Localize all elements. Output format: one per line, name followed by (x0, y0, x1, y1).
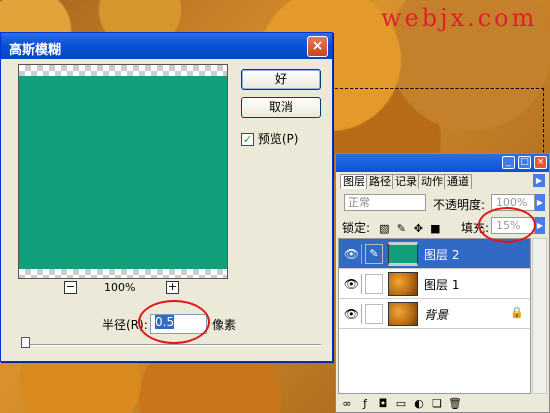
lock-label: 锁定: (342, 221, 371, 235)
new-layer-icon[interactable]: ❏ (428, 396, 446, 412)
lock-row: 锁定: ▧ ✎ ✥ ■ (342, 219, 442, 236)
blend-mode-select[interactable]: 正常 (344, 194, 426, 211)
highlight-oval (138, 300, 210, 344)
lock-all-icon[interactable]: ■ (429, 222, 442, 235)
layer-row-layer1[interactable]: 👁 图层 1 (339, 269, 530, 299)
link-slot[interactable] (365, 274, 383, 294)
layer-name: 图层 2 (424, 248, 460, 262)
dialog-title: 高斯模糊 (9, 43, 62, 58)
layer-style-icon[interactable]: ƒ (356, 396, 374, 412)
visibility-eye-icon[interactable]: 👁 (342, 274, 362, 294)
layer-name: 背景 (424, 308, 449, 322)
tab-paths[interactable]: 路径 (366, 174, 394, 189)
fill-arrow-icon[interactable]: ▶ (535, 217, 545, 234)
watermark: webjx.com (381, 4, 538, 32)
layer-thumbnail (388, 302, 418, 326)
adjustment-layer-icon[interactable]: ◐ (410, 396, 428, 412)
layer-row-layer2[interactable]: 👁 ✎ 图层 2 (339, 239, 530, 269)
zoom-out-button[interactable]: − (64, 281, 77, 294)
dialog-titlebar[interactable]: 高斯模糊 × (1, 33, 332, 59)
layer-list-scrollbar[interactable] (532, 238, 547, 394)
cancel-button[interactable]: 取消 (241, 97, 321, 118)
layers-bottom-bar: ∞ ƒ ◘ ▭ ◐ ❏ 🗑 (338, 396, 547, 412)
tab-actions[interactable]: 动作 (418, 174, 446, 189)
maximize-icon[interactable]: □ (518, 156, 531, 169)
highlight-oval-fill (478, 207, 536, 243)
panel-tabs: 图层 路径 记录 动作 通道 (340, 174, 472, 190)
opacity-arrow-icon[interactable]: ▶ (535, 194, 545, 211)
layer-name: 图层 1 (424, 278, 460, 292)
ok-button[interactable]: 好 (241, 69, 321, 90)
zoom-level: 100% (104, 281, 136, 294)
close-icon: × (311, 38, 324, 54)
layer-list: 👁 ✎ 图层 2 👁 图层 1 👁 背景 🔒 (338, 238, 531, 394)
brush-icon[interactable]: ✎ (365, 244, 383, 264)
lock-paint-icon[interactable]: ✎ (395, 222, 408, 235)
preview-checkbox-row[interactable]: ✓ 预览(P) (241, 130, 298, 147)
layers-panel: _ □ × 图层 路径 记录 动作 通道 ▶ 正常 不透明度: 100% ▶ 锁定: ▧… (335, 153, 550, 413)
visibility-eye-icon[interactable]: 👁 (342, 304, 362, 324)
lock-icon: 🔒 (510, 306, 524, 319)
tab-history[interactable]: 记录 (392, 174, 420, 189)
tab-layers[interactable]: 图层 (340, 174, 368, 189)
visibility-eye-icon[interactable]: 👁 (342, 244, 362, 264)
link-layers-icon[interactable]: ∞ (338, 396, 356, 412)
lock-transparency-icon[interactable]: ▧ (378, 222, 391, 235)
zoom-controls: − 100% + (64, 281, 184, 295)
layer-row-background[interactable]: 👁 背景 🔒 (339, 299, 530, 329)
link-slot[interactable] (365, 304, 383, 324)
preview-checkbox[interactable]: ✓ (241, 133, 254, 146)
close-icon[interactable]: × (534, 156, 547, 169)
layer-thumbnail (388, 272, 418, 296)
panel-menu-icon[interactable]: ▶ (533, 174, 545, 187)
preview-image (19, 76, 227, 269)
blur-preview[interactable] (18, 64, 228, 279)
zoom-in-button[interactable]: + (166, 281, 179, 294)
opacity-label: 不透明度: (433, 198, 486, 212)
lock-move-icon[interactable]: ✥ (412, 222, 425, 235)
marquee-selection (330, 88, 544, 89)
radius-slider-thumb[interactable] (21, 337, 30, 348)
tab-channels[interactable]: 通道 (444, 174, 472, 189)
close-button[interactable]: × (307, 36, 328, 57)
panel-titlebar[interactable]: _ □ × (336, 154, 549, 172)
radius-unit: 像素 (212, 318, 237, 332)
radius-slider-track[interactable] (21, 344, 321, 346)
new-set-icon[interactable]: ▭ (392, 396, 410, 412)
delete-layer-icon[interactable]: 🗑 (446, 396, 464, 412)
layer-thumbnail (388, 242, 418, 266)
preview-label: 预览(P) (257, 132, 299, 146)
layer-mask-icon[interactable]: ◘ (374, 396, 392, 412)
minimize-icon[interactable]: _ (502, 156, 515, 169)
